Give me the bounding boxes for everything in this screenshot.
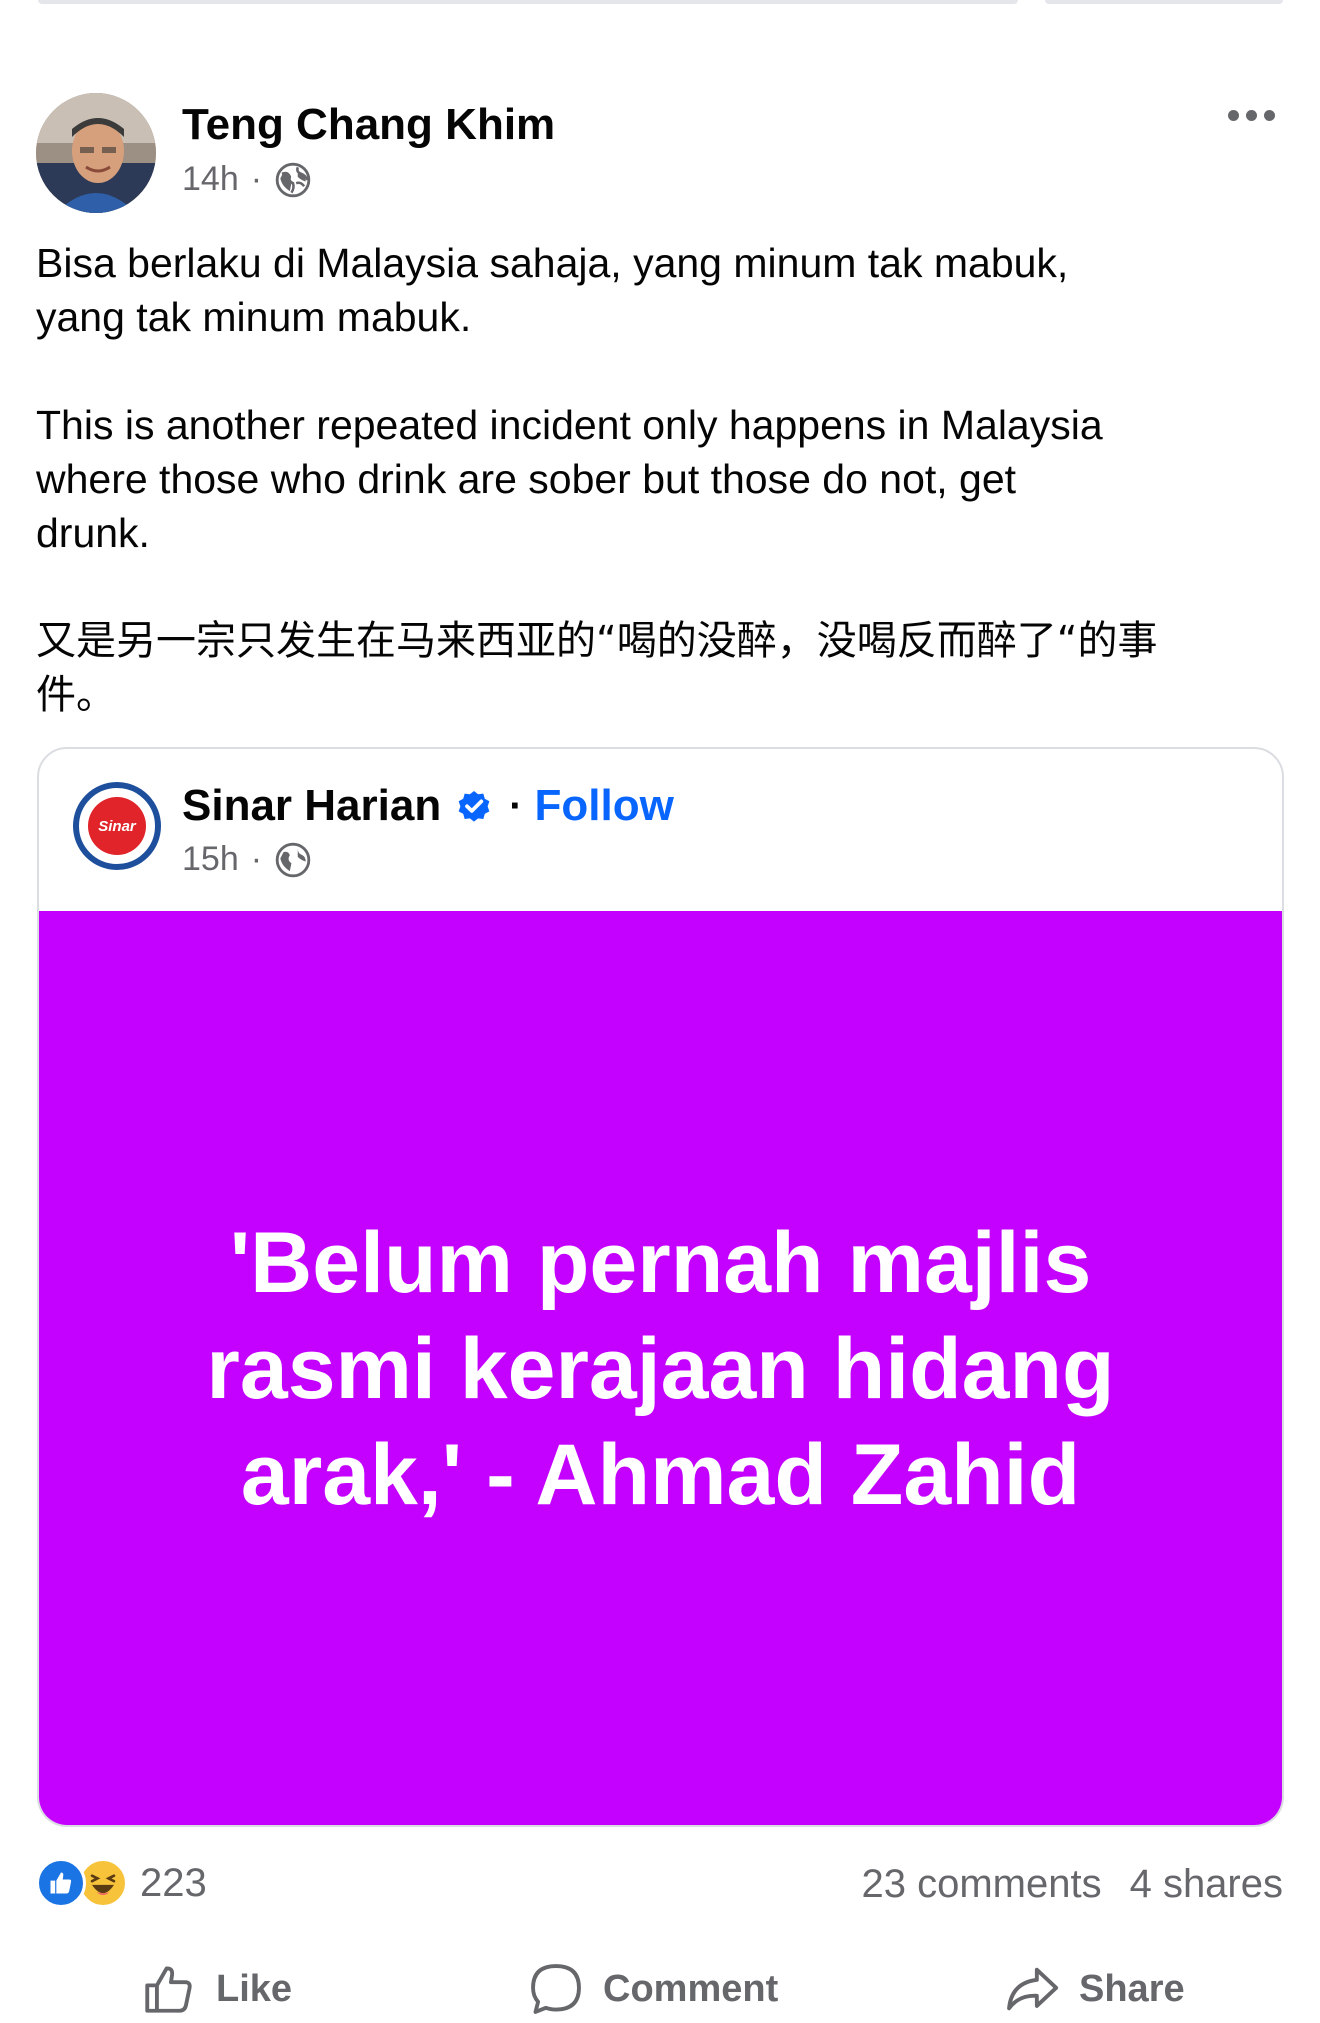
more-dot: [1246, 110, 1257, 121]
post-paragraph-chinese: 又是另一宗只发生在马来西亚的“喝的没醉，没喝反而醉了“的事 件。: [36, 618, 1158, 718]
comment-bubble-icon: [531, 1964, 581, 2014]
previous-post-edge: [38, 0, 1018, 4]
like-label: Like: [216, 1967, 293, 2010]
sinar-harian-logo[interactable]: Sinar: [73, 782, 161, 870]
comments-count[interactable]: 23 comments: [861, 1862, 1101, 1907]
engagement-counts: 23 comments 4 shares: [861, 1862, 1283, 1907]
comment-label: Comment: [603, 1967, 779, 2010]
globe-icon: [275, 842, 311, 877]
shared-header: Sinar Harian · Follow: [182, 781, 674, 831]
post-text: Bisa berlaku di Malaysia sahaja, yang mi…: [36, 236, 1296, 722]
reaction-count: 223: [140, 1860, 207, 1905]
comment-button[interactable]: Comment: [527, 1960, 778, 2018]
logo-text: Sinar: [98, 817, 136, 835]
globe-icon: [275, 162, 311, 197]
previous-post-edge-right: [1045, 0, 1283, 4]
share-button[interactable]: Share: [1003, 1960, 1185, 2018]
shared-meta: 15h ·: [182, 840, 312, 879]
thumbs-up-outline-icon: [145, 1966, 192, 2013]
thumbs-up-icon: [50, 1872, 72, 1894]
verified-badge-icon: [458, 790, 490, 822]
author-avatar[interactable]: [36, 93, 156, 213]
post-action-bar: Like Comment Share: [0, 1960, 1320, 2020]
shared-post-card[interactable]: Sinar Sinar Harian · Follow 15h · 'Belum…: [37, 747, 1284, 1827]
post-meta: 14h ·: [182, 160, 312, 199]
reactions-summary[interactable]: 223: [36, 1858, 207, 1908]
like-reaction-icon: [36, 1858, 86, 1908]
post-paragraph-malay: Bisa berlaku di Malaysia sahaja, yang mi…: [36, 240, 1069, 340]
shared-image[interactable]: 'Belum pernah majlis rasmi kerajaan hida…: [39, 911, 1282, 1825]
more-dot: [1264, 110, 1275, 121]
more-options-button[interactable]: [1228, 110, 1275, 121]
shared-headline: 'Belum pernah majlis rasmi kerajaan hida…: [206, 1215, 1115, 1523]
avatar-photo: [36, 93, 156, 213]
meta-separator: ·: [250, 160, 263, 198]
shared-post-time[interactable]: 15h: [182, 840, 239, 879]
post-paragraph-english: This is another repeated incident only h…: [36, 402, 1103, 556]
author-name[interactable]: Teng Chang Khim: [182, 100, 555, 150]
follow-separator: ·: [509, 783, 523, 828]
follow-button[interactable]: Follow: [535, 781, 674, 831]
more-dot: [1228, 110, 1239, 121]
share-arrow-icon: [1007, 1967, 1059, 2011]
like-button[interactable]: Like: [140, 1960, 292, 2018]
laughing-face-icon: [82, 1862, 124, 1904]
meta-separator: ·: [250, 840, 263, 878]
share-label: Share: [1079, 1967, 1185, 2010]
shares-count[interactable]: 4 shares: [1130, 1862, 1283, 1907]
shared-page-name[interactable]: Sinar Harian: [182, 781, 441, 831]
post-time[interactable]: 14h: [182, 160, 239, 199]
logo-inner: Sinar: [88, 797, 146, 855]
